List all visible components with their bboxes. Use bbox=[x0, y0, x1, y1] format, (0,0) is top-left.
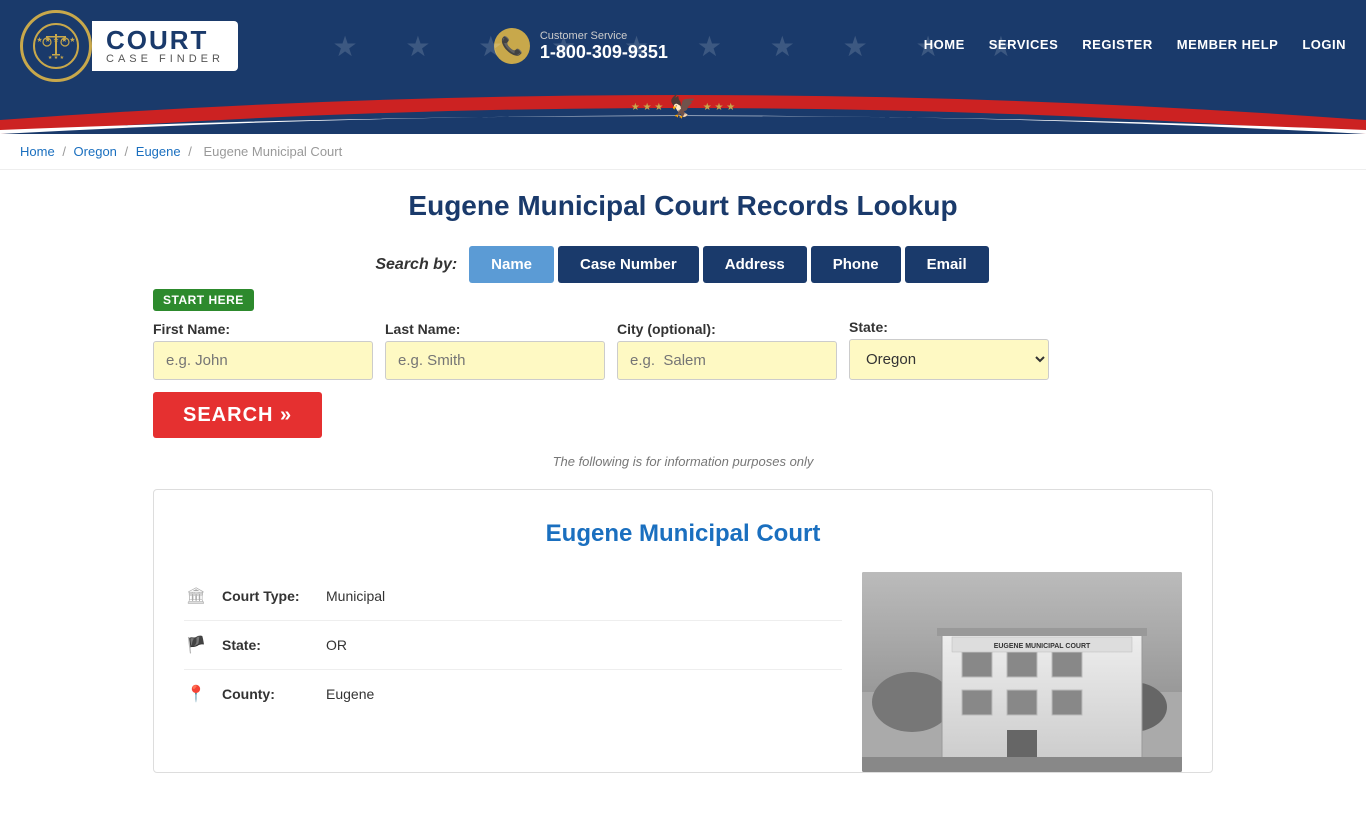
page-title: Eugene Municipal Court Records Lookup bbox=[153, 190, 1213, 222]
tab-case-number[interactable]: Case Number bbox=[558, 246, 699, 283]
courthouse-icon: 🏛 bbox=[184, 586, 208, 606]
phone-icon: 📞 bbox=[494, 28, 530, 64]
last-name-label: Last Name: bbox=[385, 321, 605, 337]
cs-text: Customer Service 1-800-309-9351 bbox=[540, 30, 668, 63]
logo-text-box: COURT CASE FINDER bbox=[92, 21, 238, 71]
tab-name[interactable]: Name bbox=[469, 246, 554, 283]
stars-left: ★ ★ ★ bbox=[631, 102, 663, 113]
breadcrumb-eugene[interactable]: Eugene bbox=[136, 144, 181, 159]
breadcrumb-sep-1: / bbox=[62, 144, 69, 159]
last-name-group: Last Name: bbox=[385, 321, 605, 380]
state-item: 🏴 State: OR bbox=[184, 621, 842, 670]
search-button[interactable]: SEARCH » bbox=[153, 392, 322, 438]
city-group: City (optional): bbox=[617, 321, 837, 380]
svg-text:EUGENE MUNICIPAL COURT: EUGENE MUNICIPAL COURT bbox=[994, 643, 1091, 650]
court-card-body: 🏛 Court Type: Municipal 🏴 State: OR 📍 Co… bbox=[184, 572, 1182, 772]
court-type-item: 🏛 Court Type: Municipal bbox=[184, 572, 842, 621]
nav-member-help[interactable]: MEMBER HELP bbox=[1177, 37, 1279, 56]
court-type-value: Municipal bbox=[326, 588, 385, 604]
court-card: Eugene Municipal Court 🏛 Court Type: Mun… bbox=[153, 489, 1213, 773]
search-by-label: Search by: bbox=[375, 256, 457, 274]
tab-email[interactable]: Email bbox=[905, 246, 989, 283]
court-image: EUGENE MUNICIPAL COURT bbox=[862, 572, 1182, 772]
tab-address[interactable]: Address bbox=[703, 246, 807, 283]
breadcrumb-sep-2: / bbox=[125, 144, 132, 159]
location-icon: 📍 bbox=[184, 684, 208, 704]
state-value: OR bbox=[326, 637, 347, 653]
breadcrumb-sep-3: / bbox=[188, 144, 195, 159]
eagle-center: ★ ★ ★ 🦅 ★ ★ ★ bbox=[631, 94, 735, 120]
breadcrumb-current: Eugene Municipal Court bbox=[203, 144, 342, 159]
svg-text:★ ★ ★: ★ ★ ★ bbox=[48, 55, 65, 61]
cs-phone: 1-800-309-9351 bbox=[540, 42, 668, 62]
county-value: Eugene bbox=[326, 686, 374, 702]
eagle-banner: ★ ★ ★ 🦅 ★ ★ ★ bbox=[0, 92, 1366, 134]
state-group: State: Oregon California Washington Idah… bbox=[849, 319, 1049, 380]
first-name-group: First Name: bbox=[153, 321, 373, 380]
customer-service: 📞 Customer Service 1-800-309-9351 bbox=[494, 28, 668, 64]
logo-icon: ★ ★ ★ ★ ★ ★ ★ ★ bbox=[32, 22, 80, 70]
court-info-list: 🏛 Court Type: Municipal 🏴 State: OR 📍 Co… bbox=[184, 572, 842, 772]
search-by-row: Search by: Name Case Number Address Phon… bbox=[153, 246, 1213, 283]
stars-right: ★ ★ ★ bbox=[703, 102, 735, 113]
flag-icon: 🏴 bbox=[184, 635, 208, 655]
state-label: State: bbox=[849, 319, 1049, 335]
main-content: Eugene Municipal Court Records Lookup Se… bbox=[133, 170, 1233, 813]
logo-area: ★ ★ ★ ★ ★ ★ ★ ★ COURT CASE FINDER bbox=[20, 10, 238, 82]
nav-services[interactable]: SERVICES bbox=[989, 37, 1059, 56]
site-header: ★ ★ ★ ★ ★ ★ ★ ★ ★ ★ ★ ★ ★ ★ ★ ★ ★ ★ COUR… bbox=[0, 0, 1366, 92]
county-label: County: bbox=[222, 686, 312, 702]
breadcrumb: Home / Oregon / Eugene / Eugene Municipa… bbox=[0, 134, 1366, 170]
city-label: City (optional): bbox=[617, 321, 837, 337]
state-select[interactable]: Oregon California Washington Idaho Nevad… bbox=[849, 339, 1049, 380]
state-label-info: State: bbox=[222, 637, 312, 653]
last-name-input[interactable] bbox=[385, 341, 605, 380]
tab-phone[interactable]: Phone bbox=[811, 246, 901, 283]
city-input[interactable] bbox=[617, 341, 837, 380]
cs-label: Customer Service bbox=[540, 30, 668, 42]
search-form: First Name: Last Name: City (optional): … bbox=[153, 319, 1213, 438]
main-nav: HOME SERVICES REGISTER MEMBER HELP LOGIN bbox=[924, 37, 1346, 56]
first-name-label: First Name: bbox=[153, 321, 373, 337]
county-item: 📍 County: Eugene bbox=[184, 670, 842, 718]
breadcrumb-oregon[interactable]: Oregon bbox=[74, 144, 117, 159]
court-type-label: Court Type: bbox=[222, 588, 312, 604]
logo-court-label: COURT bbox=[106, 27, 224, 53]
eagle-icon: 🦅 bbox=[669, 94, 696, 120]
first-name-input[interactable] bbox=[153, 341, 373, 380]
nav-register[interactable]: REGISTER bbox=[1082, 37, 1152, 56]
start-here-badge: START HERE bbox=[153, 289, 254, 311]
breadcrumb-home[interactable]: Home bbox=[20, 144, 55, 159]
logo-casefinder-label: CASE FINDER bbox=[106, 53, 224, 65]
info-note: The following is for information purpose… bbox=[153, 454, 1213, 469]
nav-login[interactable]: LOGIN bbox=[1302, 37, 1346, 56]
building-svg: EUGENE MUNICIPAL COURT bbox=[862, 572, 1182, 772]
logo-circle: ★ ★ ★ ★ ★ ★ ★ ★ bbox=[20, 10, 92, 82]
nav-home[interactable]: HOME bbox=[924, 37, 965, 56]
court-card-title: Eugene Municipal Court bbox=[184, 520, 1182, 548]
